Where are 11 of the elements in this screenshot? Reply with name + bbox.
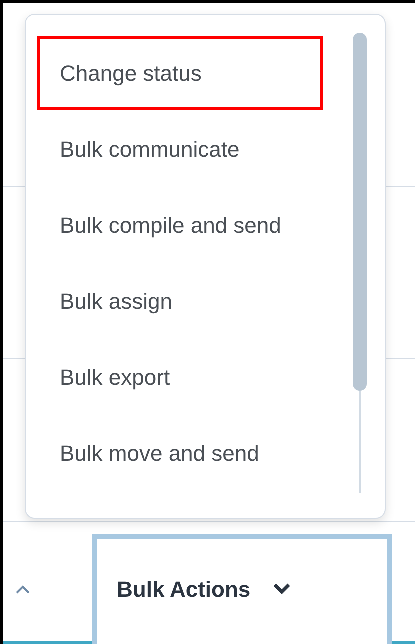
menu-item[interactable]: Bulk move and send: [37, 416, 323, 490]
menu-item[interactable]: Bulk assign: [37, 264, 323, 338]
chevron-down-icon: [272, 583, 291, 595]
scrollbar-thumb[interactable]: [353, 33, 367, 391]
menu-item[interactable]: Bulk export: [37, 340, 323, 414]
bulk-actions-button[interactable]: Bulk Actions: [92, 534, 392, 644]
caret-up-icon[interactable]: [15, 585, 31, 595]
scrollbar-track[interactable]: [359, 391, 361, 493]
menu-item[interactable]: Change status: [37, 36, 323, 110]
menu-item[interactable]: Bulk compile and send: [37, 188, 323, 262]
menu-item[interactable]: Bulk communicate: [37, 112, 323, 186]
